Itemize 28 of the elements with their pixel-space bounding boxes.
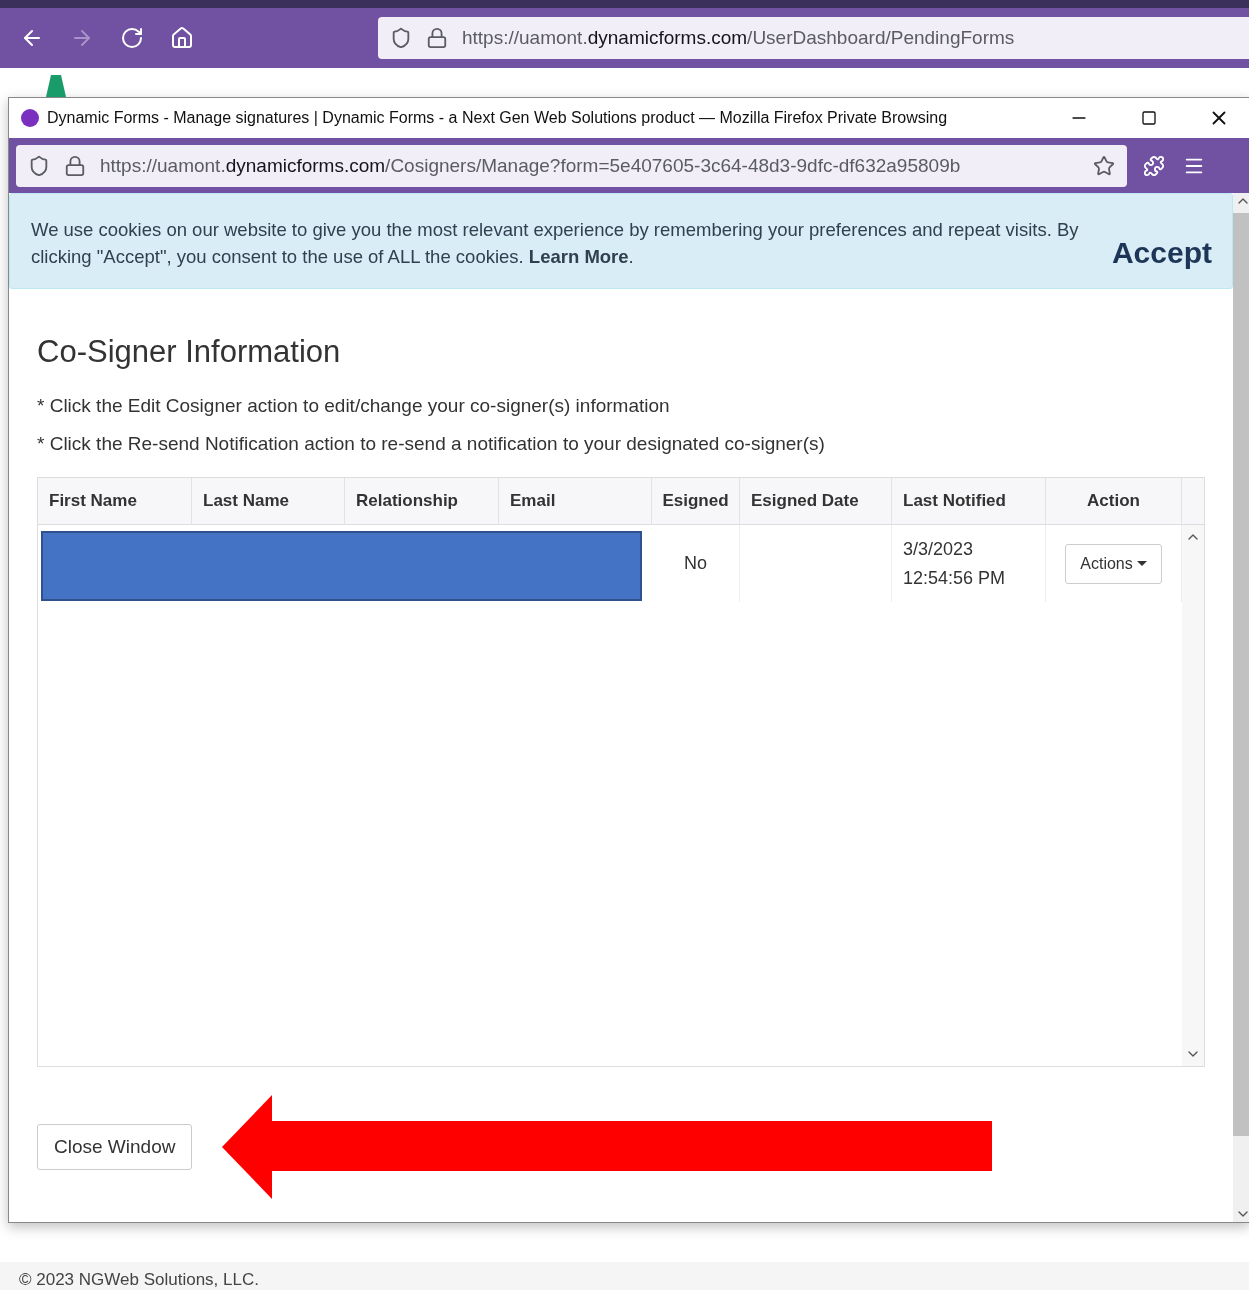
column-header: Email [499, 478, 652, 525]
column-header: First Name [38, 478, 192, 525]
column-header: Esigned [652, 478, 740, 525]
table-cell-text: 3/3/2023 12:54:56 PM [903, 537, 1007, 590]
copyright-text: © 2023 NGWeb Solutions, LLC. [19, 1270, 259, 1290]
actions-dropdown[interactable]: Actions [1065, 543, 1162, 584]
cookie-notice: We use cookies on our website to give you the most relevant experience by remembering your preferences and repeat visits. By clicking "Accept", you consent to the use of ALL the cookies. Learn More. [31, 218, 1080, 269]
marker-icon [46, 75, 66, 97]
scrollbar-thumb[interactable] [1233, 213, 1249, 1136]
window-title: Dynamic Forms - Manage signatures | Dynamic Forms - a Next Gen Web Solutions product — Mozilla Firefox Private Browsing [47, 109, 949, 127]
close-window-button[interactable]: Close Window [37, 1124, 193, 1170]
column-header: Last Name [192, 478, 345, 525]
lock-icon [426, 27, 448, 49]
table-cell-text: No [684, 552, 707, 575]
lock-icon [64, 154, 86, 177]
instruction-text: * Click the Re-send Notification action to re-send a notification to your designated co-signer(s) [37, 433, 826, 455]
site-logo-icon [21, 109, 39, 127]
accept-link[interactable]: Accept [1111, 238, 1212, 268]
star-icon[interactable] [1093, 154, 1115, 177]
page-heading: Co-Signer Information [37, 334, 342, 370]
column-header: Relationship [345, 478, 499, 525]
instruction-text: * Click the Edit Cosigner action to edit/change your co-signer(s) information [37, 395, 671, 417]
column-header: Last Notified [892, 478, 1046, 525]
column-header: Esigned Date [740, 478, 892, 525]
shield-icon [28, 154, 50, 177]
shield-icon [390, 27, 412, 49]
caret-icon [1136, 561, 1147, 566]
column-header: Action [1046, 478, 1182, 525]
